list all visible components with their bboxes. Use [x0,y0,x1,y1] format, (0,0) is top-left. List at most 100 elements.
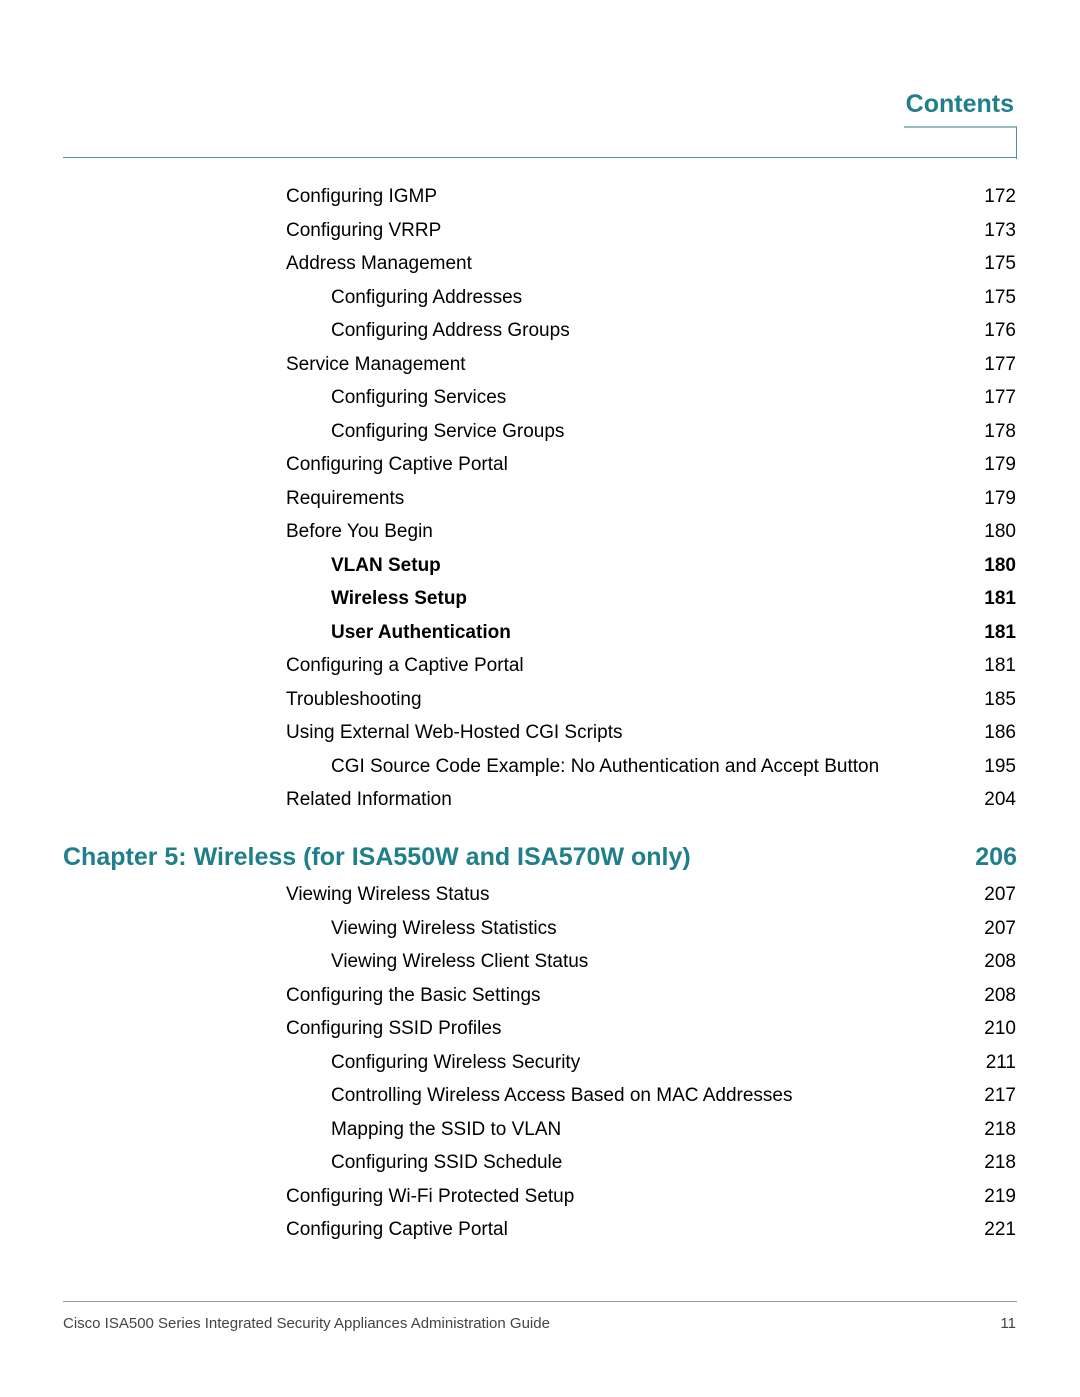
toc-entry-page[interactable]: 180 [984,549,1016,583]
toc-entry-title[interactable]: Configuring a Captive Portal [286,649,524,683]
toc-entry-page[interactable]: 195 [984,750,1016,784]
toc-entry-page[interactable]: 208 [984,945,1016,979]
toc-entry[interactable]: Configuring Captive Portal 179 [0,448,1080,482]
toc-entry-page[interactable]: 175 [984,247,1016,281]
toc-entry-page[interactable]: 208 [984,979,1016,1013]
toc-entry-title[interactable]: Configuring Captive Portal [286,1213,508,1247]
toc-entry[interactable]: Requirements 179 [0,482,1080,516]
toc-entry-page[interactable]: 211 [986,1046,1016,1080]
toc-entry-title[interactable]: Configuring SSID Profiles [286,1012,501,1046]
chapter-heading[interactable]: Chapter 5: Wireless (for ISA550W and ISA… [63,840,1017,874]
toc-entry-page[interactable]: 219 [984,1180,1016,1214]
toc-entry-page[interactable]: 218 [984,1113,1016,1147]
toc-entry[interactable]: Configuring Captive Portal 221 [0,1213,1080,1247]
header-tab-rule [904,126,1017,159]
toc-entry-page[interactable]: 207 [984,878,1016,912]
toc-entry-title[interactable]: Troubleshooting [286,683,422,717]
toc-entry[interactable]: Configuring SSID Schedule 218 [0,1146,1080,1180]
toc-entry[interactable]: Configuring a Captive Portal 181 [0,649,1080,683]
toc-entry-title[interactable]: Configuring Service Groups [331,415,564,449]
toc-entry-page[interactable]: 204 [984,783,1016,817]
toc-entry-title[interactable]: Viewing Wireless Status [286,878,489,912]
toc-entry-title[interactable]: Configuring Captive Portal [286,448,508,482]
toc-entry-title[interactable]: Requirements [286,482,404,516]
toc-entry[interactable]: Configuring Wi-Fi Protected Setup 219 [0,1180,1080,1214]
toc-entry[interactable]: User Authentication 181 [0,616,1080,650]
toc-entry-page[interactable]: 210 [984,1012,1016,1046]
toc-entry[interactable]: Configuring Service Groups 178 [0,415,1080,449]
toc-entry[interactable]: Related Information 204 [0,783,1080,817]
toc-entry[interactable]: Troubleshooting 185 [0,683,1080,717]
toc-entry-page[interactable]: 172 [984,180,1016,214]
toc-entry[interactable]: Configuring Services 177 [0,381,1080,415]
chapter-page[interactable]: 206 [975,840,1017,874]
toc-entry[interactable]: VLAN Setup 180 [0,549,1080,583]
toc-entry-title[interactable]: Controlling Wireless Access Based on MAC… [331,1079,792,1113]
toc-page: Contents Configuring IGMP 172 Configuring … [0,0,1080,1397]
toc-entry-title[interactable]: Configuring the Basic Settings [286,979,541,1013]
toc-entry[interactable]: Using External Web-Hosted CGI Scripts 186 [0,716,1080,750]
toc-entry[interactable]: Configuring IGMP 172 [0,180,1080,214]
toc-entry-title[interactable]: Configuring SSID Schedule [331,1146,562,1180]
toc-entry[interactable]: Controlling Wireless Access Based on MAC… [0,1079,1080,1113]
footer-page-number: 11 [1000,1315,1016,1332]
toc-entry-title[interactable]: Mapping the SSID to VLAN [331,1113,561,1147]
toc-entry[interactable]: Viewing Wireless Statistics 207 [0,912,1080,946]
toc-entry-title[interactable]: Viewing Wireless Client Status [331,945,588,979]
toc-entry[interactable]: Viewing Wireless Client Status 208 [0,945,1080,979]
toc-entry[interactable]: Mapping the SSID to VLAN 218 [0,1113,1080,1147]
toc-entry-page[interactable]: 175 [984,281,1016,315]
toc-entry-page[interactable]: 218 [984,1146,1016,1180]
toc-entry[interactable]: Before You Begin 180 [0,515,1080,549]
toc-entry-page[interactable]: 217 [984,1079,1016,1113]
toc-entry-page[interactable]: 221 [984,1213,1016,1247]
toc-entry-title[interactable]: Address Management [286,247,472,281]
header-rule [63,157,1017,158]
toc-entry-page[interactable]: 185 [984,683,1016,717]
toc-entry-page[interactable]: 179 [984,482,1016,516]
toc-entry[interactable]: Viewing Wireless Status 207 [0,878,1080,912]
toc-entry-title[interactable]: Before You Begin [286,515,433,549]
toc-entry-page[interactable]: 177 [984,348,1016,382]
toc-entry[interactable]: Configuring Wireless Security 211 [0,1046,1080,1080]
toc-entry-title[interactable]: Viewing Wireless Statistics [331,912,557,946]
toc-entry[interactable]: Configuring the Basic Settings 208 [0,979,1080,1013]
toc-entry[interactable]: Configuring Address Groups 176 [0,314,1080,348]
toc-entry-page[interactable]: 207 [984,912,1016,946]
toc-entry-title[interactable]: Configuring Addresses [331,281,522,315]
toc-entry-page[interactable]: 181 [984,616,1016,650]
toc-entry[interactable]: Configuring Addresses 175 [0,281,1080,315]
toc-entry-page[interactable]: 180 [984,515,1016,549]
toc-entry-title[interactable]: Service Management [286,348,466,382]
toc-entry-page[interactable]: 186 [984,716,1016,750]
toc-entry-title[interactable]: Configuring IGMP [286,180,437,214]
toc-entry-page[interactable]: 181 [984,649,1016,683]
toc-entry[interactable]: Address Management 175 [0,247,1080,281]
toc-entry-title[interactable]: Configuring Address Groups [331,314,570,348]
chapter-title[interactable]: Chapter 5: Wireless (for ISA550W and ISA… [63,843,691,871]
toc-entry-title[interactable]: Related Information [286,783,452,817]
toc-entry[interactable]: Wireless Setup 181 [0,582,1080,616]
toc-entry-page[interactable]: 177 [984,381,1016,415]
toc-entry-title[interactable]: User Authentication [331,616,511,650]
toc-entry-title[interactable]: VLAN Setup [331,549,441,583]
toc-entry[interactable]: Configuring SSID Profiles 210 [0,1012,1080,1046]
toc-entry-page[interactable]: 179 [984,448,1016,482]
footer-rule [63,1301,1017,1302]
toc-entry-title[interactable]: Using External Web-Hosted CGI Scripts [286,716,623,750]
toc-entry-title[interactable]: Wireless Setup [331,582,467,616]
toc-entry[interactable]: Service Management 177 [0,348,1080,382]
toc-entry-page[interactable]: 178 [984,415,1016,449]
toc-entry-page[interactable]: 181 [984,582,1016,616]
toc-entry-page[interactable]: 176 [984,314,1016,348]
toc-entry-title[interactable]: Configuring VRRP [286,214,441,248]
toc-entry[interactable]: CGI Source Code Example: No Authenticati… [0,750,1080,784]
toc-entry[interactable]: Configuring VRRP 173 [0,214,1080,248]
toc-entry-title[interactable]: Configuring Services [331,381,506,415]
toc-entry-page[interactable]: 173 [984,214,1016,248]
toc-list-before: Configuring IGMP 172 Configuring VRRP 173 Ad… [0,180,1080,817]
toc-entry-title[interactable]: Configuring Wireless Security [331,1046,580,1080]
toc-entry-title[interactable]: CGI Source Code Example: No Authenticati… [331,750,879,784]
toc-entry-title[interactable]: Configuring Wi-Fi Protected Setup [286,1180,574,1214]
page-title: Contents [905,90,1014,118]
